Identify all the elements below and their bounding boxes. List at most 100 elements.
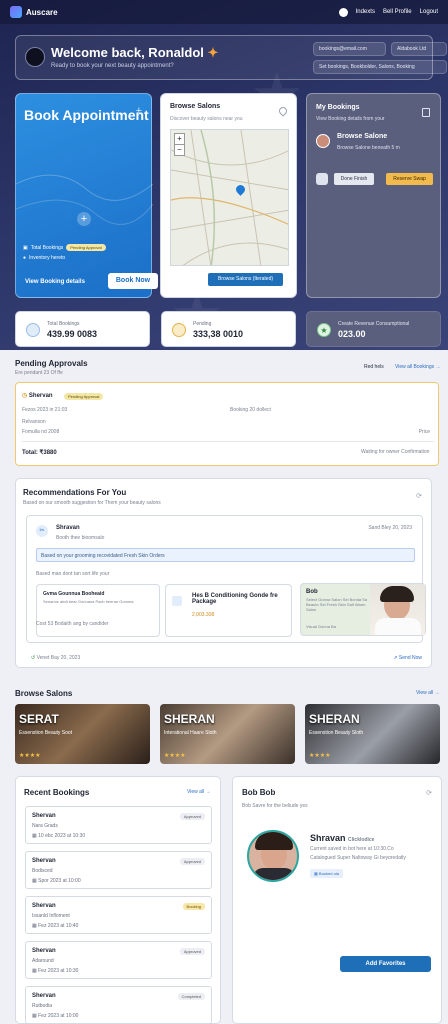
rating-stars: ★★★★ <box>164 753 186 759</box>
salon-card[interactable]: SHERAN Interational Haare Sloth ★★★★ <box>160 704 295 764</box>
inventory-line: ● Inventory hereto <box>23 255 66 261</box>
booking-detail: Browse Salone beneath 5 m <box>337 145 400 151</box>
hair-shape <box>255 832 293 850</box>
company-chip[interactable]: Aldabook Ltd <box>391 42 447 56</box>
salon-map[interactable]: + − <box>170 129 289 266</box>
booking-service: Rutbodia <box>32 1003 53 1009</box>
document-icon <box>172 596 182 606</box>
booking-service: Booking 20 dollect <box>230 407 271 413</box>
booking-service: Adaround <box>32 958 54 964</box>
booking-name: ◷ Shervan <box>22 393 53 399</box>
divider <box>22 441 434 442</box>
send-now-link[interactable]: ⇗ Send Now <box>393 655 422 661</box>
brand-name[interactable]: Auscare <box>26 8 58 17</box>
status-badge: Booking <box>182 903 205 910</box>
card-title: My Bookings <box>316 104 360 111</box>
zoom-out-button[interactable]: − <box>174 144 185 156</box>
book-title: Book Appointment <box>24 107 149 123</box>
booking-item[interactable]: Shervan Issanld Infloment ▦ Fez 2023 at … <box>25 896 212 934</box>
lock-icon[interactable] <box>316 173 328 185</box>
section-title: Pending Approvals <box>15 359 88 368</box>
booking-date: Fezos 2023 in 21:03 <box>22 407 68 413</box>
salon-name: SHERAN <box>309 712 360 726</box>
nav-item[interactable]: Indexts <box>356 9 375 15</box>
package-card[interactable]: Hes B Conditioning Gonde fre Package 2,0… <box>165 584 292 637</box>
salon-card[interactable]: SHERAN Essenstion Beauty Sloth ★★★★ <box>305 704 440 764</box>
section-subtitle: Bob Savre for the beliude yes <box>242 803 308 809</box>
clock-icon <box>172 323 186 337</box>
reserve-button[interactable]: Reserve Swap <box>386 173 433 185</box>
card-subtitle: Discover beauty salons near you <box>170 116 243 122</box>
profile-detail: Current saved in bot here at 10:30.Co <box>310 846 394 852</box>
add-circle-icon[interactable]: + <box>77 212 91 226</box>
view-all-link[interactable]: View all → <box>187 789 211 795</box>
section-title: Browse Salons <box>15 689 73 698</box>
avatar <box>316 134 330 148</box>
salon-icon: ✂ <box>36 525 48 537</box>
avatar[interactable] <box>25 47 45 67</box>
rec-description: Based man dont tan sort life your <box>36 571 110 577</box>
logo-icon[interactable] <box>10 6 22 18</box>
pending-approval-card: ◷ Shervan Pending Approval Fezos 2023 in… <box>15 382 439 466</box>
salon-subtitle: Interational Haare Sloth <box>164 730 217 736</box>
recommendations-panel: Recommendations For You Based on our smo… <box>15 478 432 668</box>
done-button[interactable]: Done Finish <box>334 173 374 185</box>
service-card[interactable]: Gvma Gounnua Booheaid Senarios abdt bear… <box>36 584 160 637</box>
booking-name: Shervan <box>32 903 56 909</box>
rec-footer: Cost 53 Bodaith ang by candider <box>36 621 109 627</box>
section-title: Recommendations For You <box>23 488 127 497</box>
view-all-link[interactable]: View all → <box>416 690 440 696</box>
salon-card[interactable]: SERAT Essenstion Beauty Soot ★★★★ <box>15 704 150 764</box>
location-pin-icon[interactable] <box>277 105 289 117</box>
settings-chip[interactable]: Set bookings, Bookbolder, Salons, Bookin… <box>313 60 447 74</box>
booking-name: Shervan <box>32 948 56 954</box>
share-icon: ⇗ <box>393 655 398 661</box>
salon-recommend-card[interactable]: Bob Select Gonna Salon Sel Bonda Sa Beau… <box>300 583 426 636</box>
refresh-icon[interactable]: ⟳ <box>416 492 422 500</box>
rating-stars: ★★★★ <box>309 753 331 759</box>
booking-item[interactable]: Shervan Adaround ▦ Fez 2023 at 10:30 App… <box>25 941 212 979</box>
stat-card-revenue: ★ Create Revenue Consumptional 023.00 <box>306 311 441 347</box>
status-badge: Pending Approval <box>64 393 104 400</box>
filter-chip[interactable]: Red hels <box>359 362 389 372</box>
stat-label: Create Revenue Consumptional <box>338 321 410 327</box>
logout-link[interactable]: Logout <box>420 9 438 15</box>
view-all-bookings-link[interactable]: View all Bookings → <box>395 364 441 370</box>
calendar-icon[interactable] <box>422 108 430 117</box>
profile-panel: Bob Bob Bob Savre for the beliude yes ⟳ … <box>232 776 442 1024</box>
stat-label: Pending <box>193 321 212 327</box>
calendar-icon: ▦ <box>32 878 37 884</box>
salon-name: SHERAN <box>164 712 215 726</box>
view-booking-link[interactable]: View Booking details <box>25 279 85 285</box>
card-desc: Select Gonna Salon Sel Bonda Sa Beauto S… <box>306 597 368 612</box>
sparkle-icon: ✦ <box>207 45 219 60</box>
plus-icon[interactable]: + <box>136 105 142 117</box>
email-chip[interactable]: bookings@email.com <box>313 42 386 56</box>
browse-salons-button[interactable]: Browse Salons (Iterated) <box>208 273 283 286</box>
booking-date: ▦ 10 ebc 2023 at 10:30 <box>32 833 86 839</box>
section-title: Recent Bookings <box>24 788 90 797</box>
stylist-photo <box>370 584 425 635</box>
booking-item[interactable]: Shervan Nara Grads ▦ 10 ebc 2023 at 10:3… <box>25 806 212 844</box>
shoulders-shape <box>375 618 421 635</box>
user-avatar[interactable] <box>338 7 348 17</box>
profile-detail-2: Catalogued Super Naltoway Gi beyoredatly <box>310 855 406 861</box>
card-title: Browse Salons <box>170 103 221 110</box>
stat-label: Total Bookings <box>47 321 80 327</box>
rec-footer-date: ↺ Venet Bay 20, 2023 <box>31 655 81 661</box>
booking-name: Shervan <box>32 993 56 999</box>
salon-subtitle: Essenstion Beauty Soot <box>19 730 73 736</box>
card-subtitle: View Booking details from your <box>316 116 385 122</box>
book-now-button[interactable]: Book Now <box>108 273 158 289</box>
booking-item[interactable]: Shervan Rutbodia ▦ Fez 2023 at 10:00 Com… <box>25 986 212 1024</box>
section-subtitle: Based on our smooth suggestion for Them … <box>23 500 161 506</box>
section-subtitle: Ere pendant 23 Of ffe <box>15 370 63 376</box>
book-appointment-card[interactable]: Book Appointment + + ▣ Total Bookings Pen… <box>15 93 158 298</box>
add-favorites-button[interactable]: Add Favorites <box>340 956 431 972</box>
total-price: Total: ₹3880 <box>22 450 57 456</box>
map-roads <box>171 130 288 265</box>
section-title: Bob Bob <box>242 788 276 797</box>
refresh-icon[interactable]: ⟳ <box>426 789 432 797</box>
booking-item[interactable]: Shervan Bodisced ▦ Spor 2023 at 10:00 Ap… <box>25 851 212 889</box>
nav-item[interactable]: Bell Profile <box>383 9 412 15</box>
